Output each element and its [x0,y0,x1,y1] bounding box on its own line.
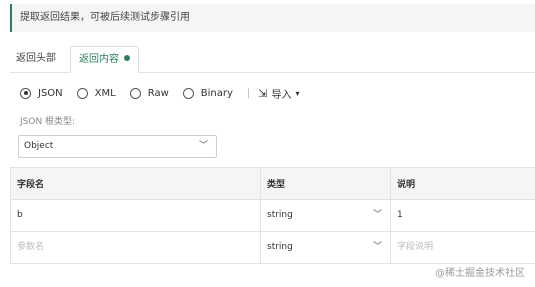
type-select[interactable]: string ﹀ [260,231,391,264]
column-header-description: 说明 [390,167,535,200]
import-button[interactable]: ⇲ 导入 ▾ [258,86,299,101]
import-icon: ⇲ [258,86,268,100]
chevron-down-icon: ﹀ [198,141,208,151]
type-value: string [267,242,293,252]
divider: | [246,87,251,99]
radio-json-label: JSON [38,87,63,99]
root-type-select[interactable]: Object ﹀ [18,135,217,158]
radio-raw[interactable]: Raw [129,87,169,99]
tab-response-headers[interactable]: 返回头部 [16,46,56,72]
body-type-radio-group: JSON XML Raw Binary | ⇲ 导入 ▾ [20,84,300,102]
tab-response-body[interactable]: 返回内容 [70,46,139,73]
status-dot-icon [124,55,130,61]
table-row: 参数名 string ﹀ 字段说明 [10,231,535,264]
radio-xml-label: XML [94,87,116,99]
field-name-input[interactable]: 参数名 [10,231,261,264]
description-input[interactable]: 1 [390,199,535,232]
watermark: @稀土掘金技术社区 [435,268,525,279]
chevron-down-icon: ▾ [295,88,300,98]
description-input[interactable]: 字段说明 [390,231,535,264]
radio-raw-label: Raw [147,87,169,99]
tab-bar: 返回头部 返回内容 [10,46,535,73]
radio-icon [182,87,194,99]
root-type-value: Object [24,141,54,151]
tab-response-body-label: 返回内容 [79,54,119,65]
import-label: 导入 [271,89,292,101]
radio-icon [20,87,31,99]
radio-icon [129,87,141,99]
radio-binary[interactable]: Binary [182,87,233,99]
radio-icon [76,87,88,99]
table-header-row: 字段名 类型 说明 [10,167,535,200]
table-row: b string ﹀ 1 [10,199,535,232]
type-select[interactable]: string ﹀ [260,199,391,232]
chevron-down-icon: ﹀ [372,210,382,220]
type-value: string [267,210,293,220]
info-tip: 提取返回结果，可被后续测试步骤引用 [10,4,535,32]
radio-xml[interactable]: XML [76,87,116,99]
chevron-down-icon: ﹀ [372,242,382,252]
radio-json[interactable]: JSON [20,87,63,99]
fields-table: 字段名 类型 说明 b string ﹀ 1 参数名 string ﹀ 字段说明 [10,167,535,264]
column-header-field-name: 字段名 [10,167,261,200]
column-header-type: 类型 [260,167,391,200]
radio-binary-label: Binary [200,87,233,99]
root-type-label: JSON 根类型: [20,117,76,127]
field-name-input[interactable]: b [10,199,261,232]
